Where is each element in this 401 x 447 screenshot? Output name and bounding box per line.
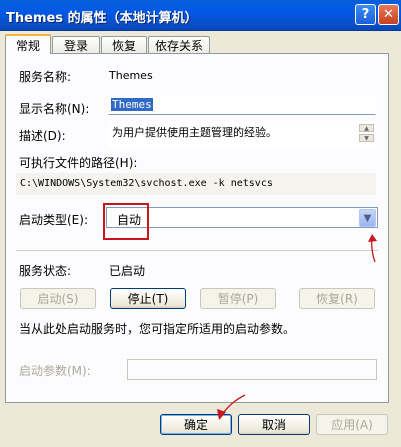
tab-general[interactable]: 常规 — [5, 34, 51, 54]
annotation-arrow-ok — [217, 394, 246, 420]
service-properties-dialog: Themes 的属性（本地计算机） ? ✕ 常规 登录 恢复 依存关系 服务名称… — [0, 0, 401, 447]
annotation-overlay — [217, 234, 377, 420]
tab-general-label: 常规 — [15, 38, 40, 53]
annotation-arrow-combo — [368, 234, 377, 263]
